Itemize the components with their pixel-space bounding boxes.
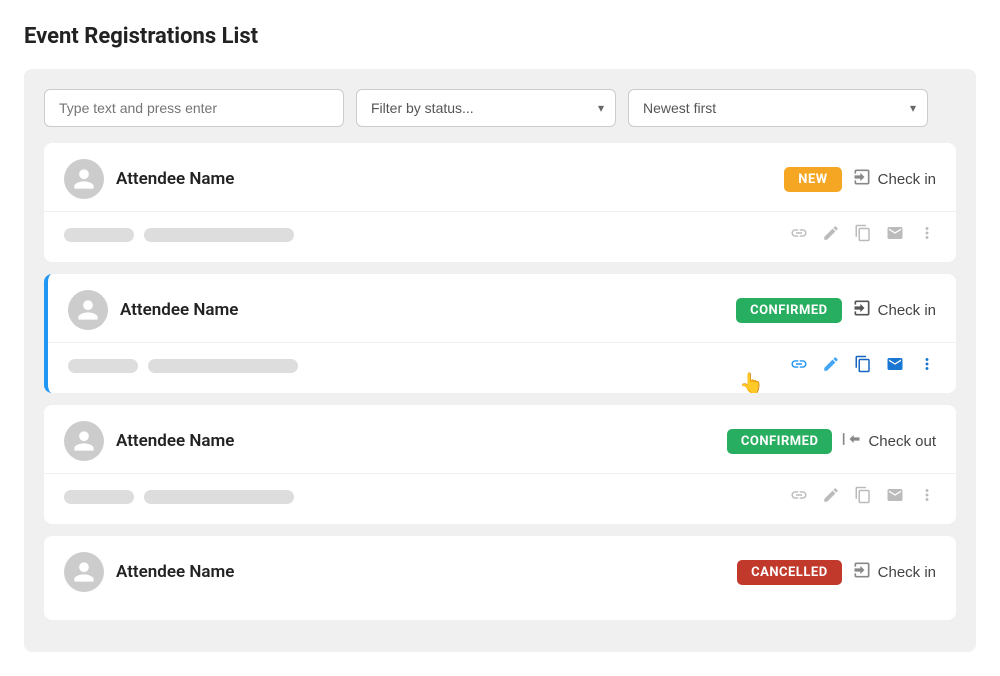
search-input[interactable] [44,89,344,127]
action-icons-3 [790,486,936,508]
checkout-label-3: Check out [868,433,936,450]
person-icon-2 [76,298,100,322]
meta-pill-short-3 [64,490,134,504]
card-left-1: Attendee Name [64,159,234,199]
card-top-3: Attendee Name CONFIRMED Check out [64,421,936,461]
meta-pill-short-1 [64,228,134,242]
card-right-4: CANCELLED Check in [737,560,936,585]
divider-1 [44,211,956,212]
email-icon-3[interactable] [886,486,904,508]
checkin-label-4: Check in [878,564,936,581]
meta-pill-short-2 [68,359,138,373]
divider-3 [44,473,956,474]
action-icons-1 [790,224,936,246]
card-right-2: CONFIRMED Check in [736,298,936,323]
attendee-name-2: Attendee Name [120,300,238,320]
card-right-1: NEW Check in [784,167,936,192]
attendee-name-4: Attendee Name [116,562,234,582]
link-icon-1[interactable] [790,224,808,246]
avatar-1 [64,159,104,199]
attendee-name-3: Attendee Name [116,431,234,451]
menu-icon-2[interactable] [918,355,936,377]
avatar-2 [68,290,108,330]
meta-pill-long-2 [148,359,298,373]
link-icon-3[interactable] [790,486,808,508]
card-bottom-2: 👆 [68,355,936,377]
card-left-3: Attendee Name [64,421,234,461]
card-top-2: Attendee Name CONFIRMED Check in [68,290,936,330]
status-badge-1: NEW [784,167,841,192]
email-icon-1[interactable] [886,224,904,246]
card-bottom-1 [64,224,936,246]
card-left-4: Attendee Name [64,552,234,592]
person-icon-3 [72,429,96,453]
card-bottom-3 [64,486,936,508]
checkin-button-4[interactable]: Check in [852,560,936,585]
toolbar: Filter by status... New Confirmed Cancel… [44,89,956,127]
sort-wrapper: Newest first Oldest first Name A-Z Name … [628,89,928,127]
avatar-3 [64,421,104,461]
registration-card-1: Attendee Name NEW Check in [44,143,956,262]
filter-status-select[interactable]: Filter by status... New Confirmed Cancel… [356,89,616,127]
email-icon-2[interactable] [886,355,904,377]
link-icon-2[interactable] [790,355,808,377]
checkin-button-2[interactable]: Check in [852,298,936,323]
status-badge-2: CONFIRMED [736,298,842,323]
card-top-4: Attendee Name CANCELLED Check in [64,552,936,592]
page-title: Event Registrations List [24,24,976,49]
attendee-name-1: Attendee Name [116,169,234,189]
card-right-3: CONFIRMED Check out [727,429,936,454]
checkout-button-3[interactable]: Check out [842,429,936,454]
registration-card-2: Attendee Name CONFIRMED Check in [44,274,956,393]
sort-select[interactable]: Newest first Oldest first Name A-Z Name … [628,89,928,127]
edit-icon-1[interactable] [822,224,840,246]
meta-pills-2 [68,359,298,373]
checkin-button-1[interactable]: Check in [852,167,936,192]
edit-icon-3[interactable] [822,486,840,508]
meta-pill-long-1 [144,228,294,242]
checkin-label-2: Check in [878,302,936,319]
checkin-icon-1 [852,167,872,192]
registration-card-4: Attendee Name CANCELLED Check in [44,536,956,620]
action-icons-2 [790,355,936,377]
main-container: Filter by status... New Confirmed Cancel… [24,69,976,652]
edit-icon-2[interactable] [822,355,840,377]
copy-icon-3[interactable] [854,486,872,508]
checkin-label-1: Check in [878,171,936,188]
menu-icon-1[interactable] [918,224,936,246]
registration-card-3: Attendee Name CONFIRMED Check out [44,405,956,524]
cursor-hand: 👆 [739,371,764,393]
checkout-icon-3 [842,429,862,454]
checkin-icon-4 [852,560,872,585]
person-icon-1 [72,167,96,191]
menu-icon-3[interactable] [918,486,936,508]
avatar-4 [64,552,104,592]
meta-pills-3 [64,490,294,504]
person-icon-4 [72,560,96,584]
status-badge-3: CONFIRMED [727,429,833,454]
filter-status-wrapper: Filter by status... New Confirmed Cancel… [356,89,616,127]
meta-pill-long-3 [144,490,294,504]
status-badge-4: CANCELLED [737,560,842,585]
card-top-1: Attendee Name NEW Check in [64,159,936,199]
checkin-icon-2 [852,298,872,323]
card-left-2: Attendee Name [68,290,238,330]
copy-icon-2[interactable] [854,355,872,377]
copy-icon-1[interactable] [854,224,872,246]
meta-pills-1 [64,228,294,242]
divider-2 [48,342,956,343]
